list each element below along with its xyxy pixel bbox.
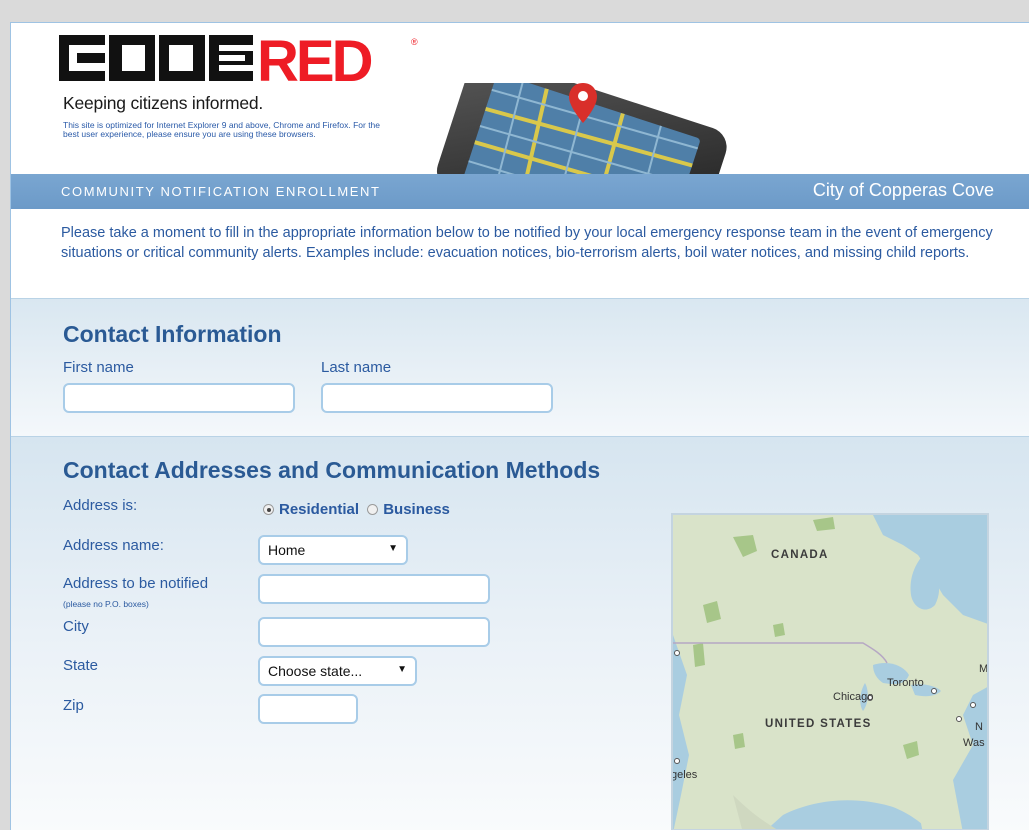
map-label-chicago: Chicago (833, 691, 874, 703)
state-select[interactable]: Choose state... ▼ (258, 656, 417, 686)
intro-text: Please take a moment to fill in the appr… (61, 225, 993, 261)
address-hint: (please no P.O. boxes) (63, 599, 149, 609)
first-name-input[interactable] (63, 383, 295, 413)
contact-information-section: Contact Information First name Last name (11, 298, 1029, 436)
city-label: City (63, 618, 89, 635)
radio-business[interactable]: Business (367, 501, 450, 518)
zip-input[interactable] (258, 694, 358, 724)
map-label-los-angeles: geles (671, 769, 698, 781)
city-input[interactable] (258, 617, 490, 647)
dropdown-arrow-icon: ▼ (397, 664, 407, 675)
radio-unselected-icon (367, 504, 379, 515)
section-title-addresses: Contact Addresses and Communication Meth… (63, 457, 601, 483)
address-input[interactable] (258, 574, 490, 604)
location-map[interactable]: CANADA UNITED STATES Toronto Chicago gel… (671, 513, 989, 830)
banner-title: COMMUNITY NOTIFICATION ENROLLMENT (61, 184, 381, 199)
state-label: State (63, 657, 99, 674)
first-name-label: First name (63, 359, 134, 376)
map-label-n: N (975, 721, 983, 733)
contact-addresses-section: Contact Addresses and Communication Meth… (11, 436, 1029, 830)
map-label-m: M (979, 663, 989, 675)
address-name-label: Address name: (63, 537, 164, 554)
codered-logo: RED ® (59, 31, 421, 87)
section-title-contact: Contact Information (63, 321, 282, 347)
map-label-washington: Was (963, 737, 985, 749)
address-type-radio-group: Residential Business (263, 501, 454, 518)
address-label: Address to be notified (63, 575, 209, 592)
page: RED ® Keeping citizens informed. This si… (10, 22, 1029, 830)
map-label-united-states: UNITED STATES (765, 718, 872, 730)
map-label-canada: CANADA (771, 549, 829, 561)
address-name-select[interactable]: Home ▼ (258, 535, 408, 565)
enrollment-banner: COMMUNITY NOTIFICATION ENROLLMENT City o… (11, 174, 1029, 209)
dropdown-arrow-icon: ▼ (388, 543, 398, 554)
tagline: Keeping citizens informed. (63, 93, 264, 113)
svg-text:®: ® (411, 37, 418, 47)
city-name: City of Copperas Cove (812, 180, 994, 200)
zip-label: Zip (63, 697, 84, 714)
last-name-input[interactable] (321, 383, 553, 413)
browser-support-note: This site is optimized for Internet Expl… (63, 120, 381, 139)
radio-selected-icon (263, 504, 274, 515)
map-label-toronto: Toronto (887, 677, 924, 689)
address-is-label: Address is: (63, 497, 138, 514)
last-name-label: Last name (321, 359, 392, 376)
radio-residential[interactable]: Residential (263, 501, 359, 518)
svg-text:RED: RED (257, 31, 372, 87)
